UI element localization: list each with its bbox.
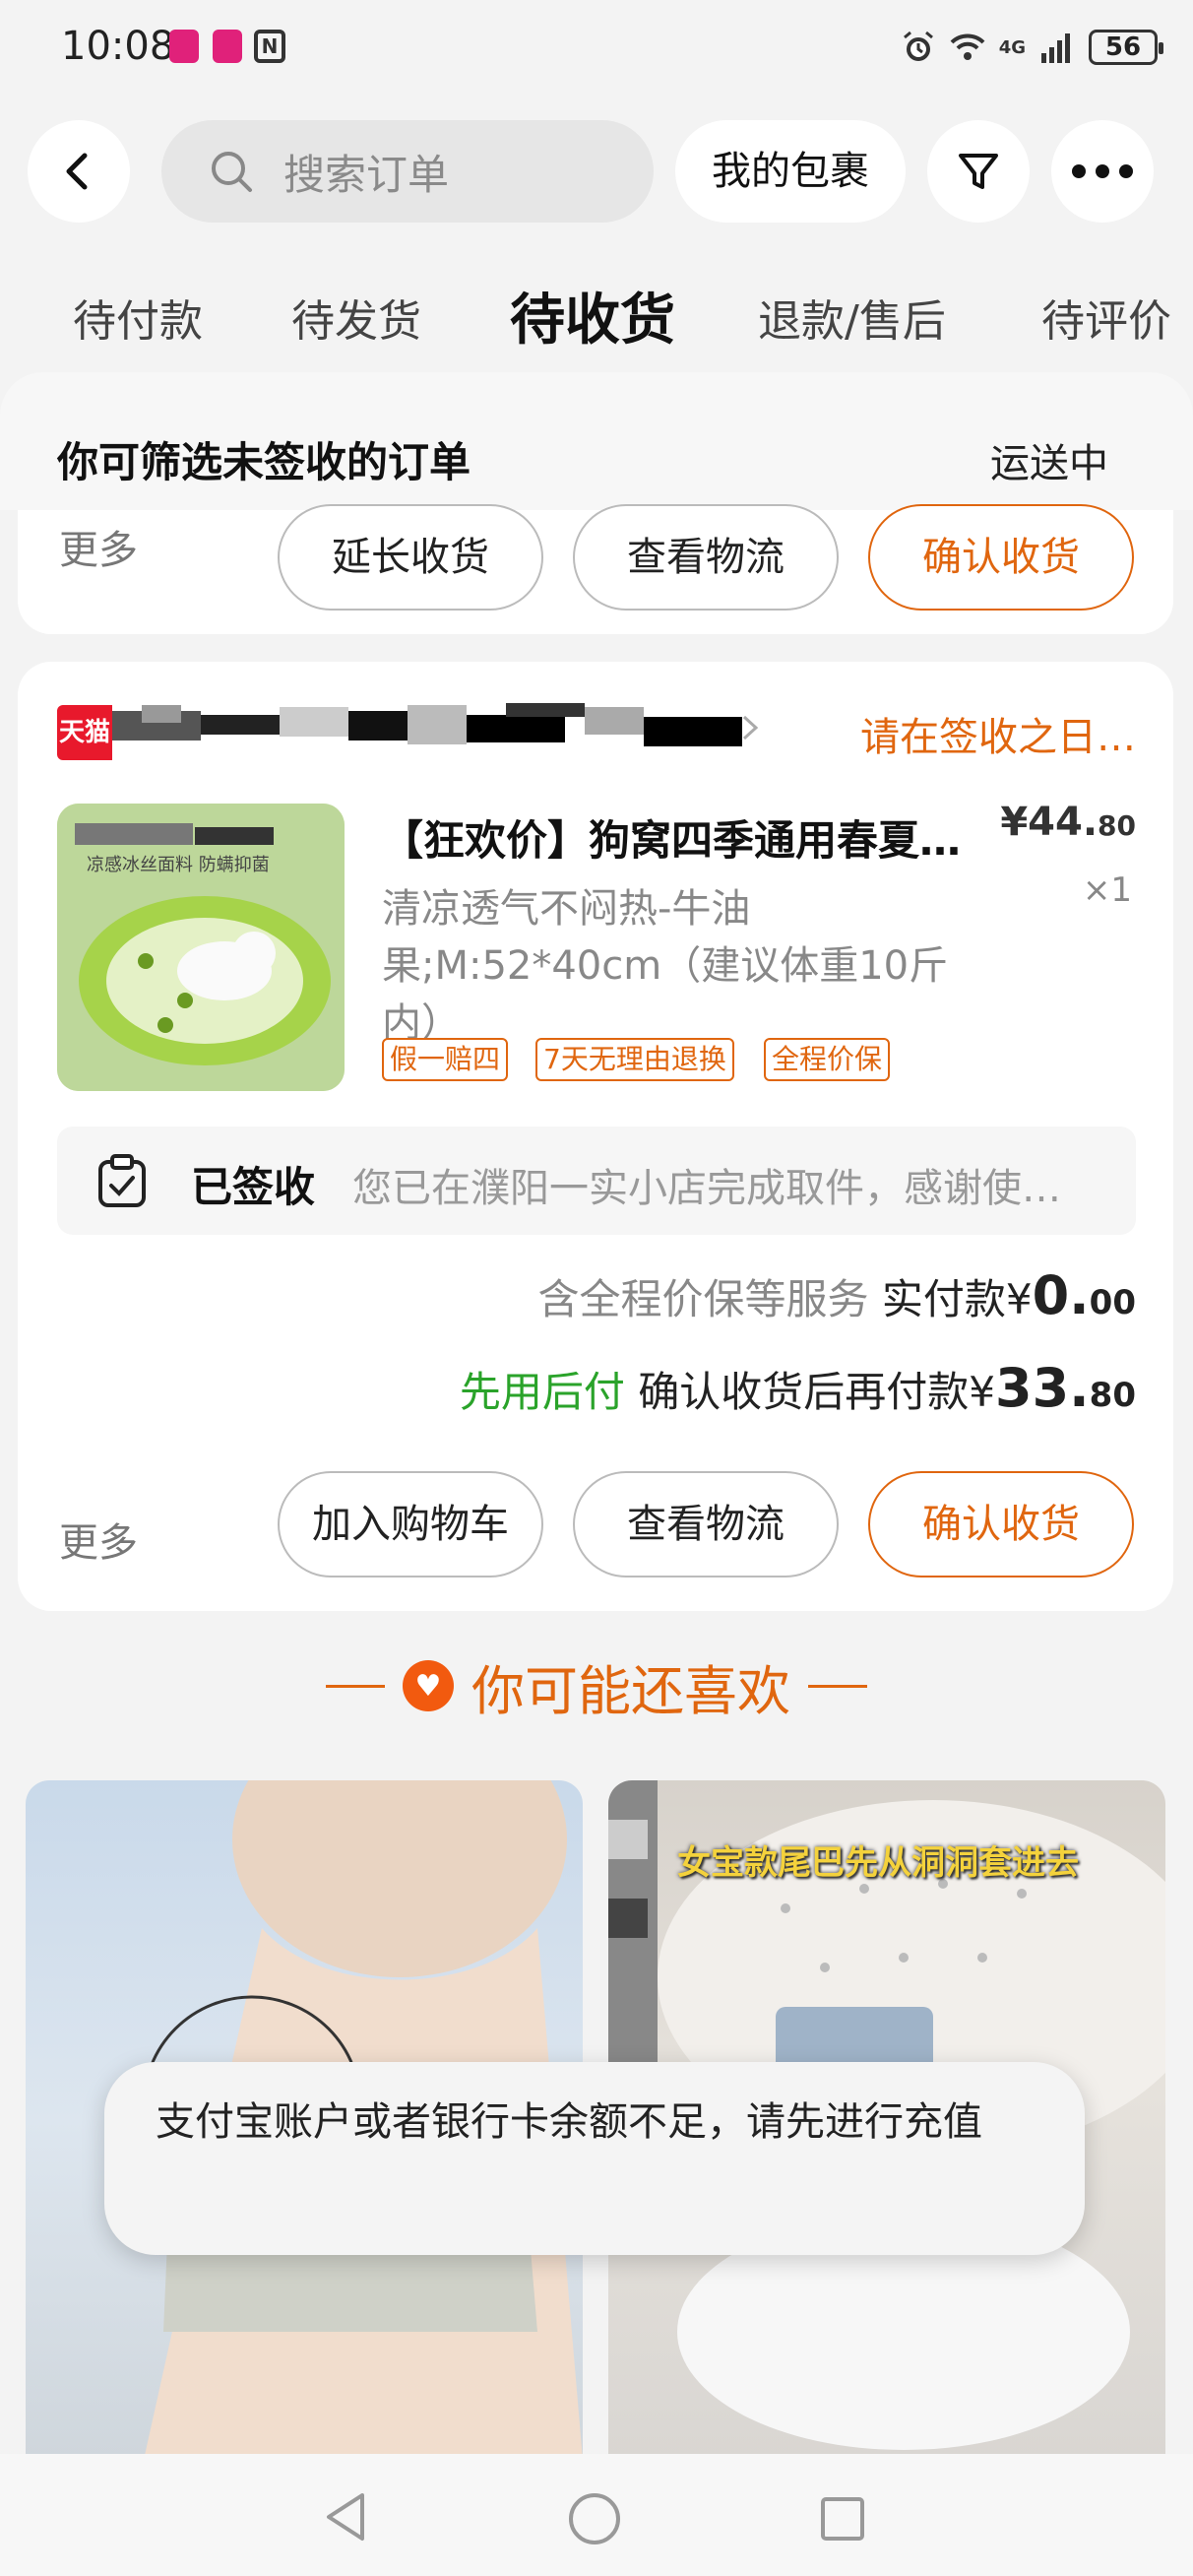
divider: [326, 1684, 385, 1688]
pay-later-row: 先用后付 确认收货后再付款¥33.80: [459, 1357, 1136, 1419]
filter-button[interactable]: [927, 120, 1030, 223]
recommend-item-caption: 女宝款尾巴先从洞洞套进去: [677, 1843, 1079, 1883]
view-logistics-button[interactable]: 查看物流: [573, 504, 839, 611]
service-note: 含全程价保等服务: [537, 1275, 869, 1323]
tab-pending-shipment[interactable]: 待发货: [291, 286, 421, 349]
tab-pending-receipt[interactable]: 待收货: [510, 276, 675, 355]
clipboard-check-icon: [98, 1154, 146, 1207]
back-arrow-icon: [66, 153, 88, 190]
recommend-header: ♥ 你可能还喜欢: [0, 1646, 1193, 1725]
confirm-receipt-button[interactable]: 确认收货: [868, 504, 1134, 611]
search-placeholder: 搜索订单: [283, 150, 450, 199]
search-input[interactable]: 搜索订单: [161, 120, 654, 223]
view-logistics-button[interactable]: 查看物流: [573, 1471, 839, 1578]
search-icon: [212, 152, 252, 192]
pay-later-amount: 33.: [995, 1357, 1090, 1419]
status-time: 10:08: [61, 24, 175, 69]
battery-indicator: 56: [1089, 30, 1163, 65]
more-options-button[interactable]: [1051, 120, 1154, 223]
filter-icon: [959, 154, 998, 189]
tab-refund-aftersales[interactable]: 退款/售后: [758, 286, 946, 349]
nfc-icon: N: [254, 30, 285, 63]
network-type: 4G: [998, 36, 1026, 58]
product-title[interactable]: 【狂欢价】狗窝四季通用春夏…: [382, 807, 1022, 868]
nav-home-icon[interactable]: [567, 2491, 622, 2546]
heart-icon: ♥: [403, 1660, 454, 1711]
service-tag: 假一赔四: [382, 1038, 509, 1081]
product-quantity: ×1: [1082, 870, 1132, 910]
paid-amount: 0.: [1032, 1264, 1090, 1326]
shipping-filter[interactable]: 运送中: [990, 431, 1108, 488]
chevron-right-icon: [742, 715, 759, 741]
service-tag: 全程价保: [764, 1038, 891, 1081]
product-image-caption: 凉感冰丝面料 防螨抑菌: [87, 855, 270, 875]
order-card: 天猫 请在签收之日… 凉感冰丝面料 防螨抑菌 【狂欢价】狗窝四季通用春夏… ¥4…: [18, 662, 1173, 1611]
logistics-status: 已签收: [191, 1163, 316, 1211]
nav-back-icon[interactable]: [323, 2491, 370, 2543]
product-price: ¥44.80: [1000, 800, 1136, 845]
pay-later-badge: 先用后付: [459, 1368, 625, 1416]
status-bar: 10:08 N 4G 56: [0, 0, 1193, 98]
toast-message: 支付宝账户或者银行卡余额不足，请先进行充值: [104, 2062, 1085, 2255]
tmall-badge: 天猫: [57, 705, 112, 760]
my-packages-button[interactable]: 我的包裹: [675, 120, 906, 223]
logistics-status-bar[interactable]: 已签收 您已在濮阳一实小店完成取件，感谢使…: [57, 1127, 1136, 1235]
paid-label: 实付款: [881, 1275, 1006, 1323]
more-link[interactable]: 更多: [59, 1511, 138, 1568]
more-dots-icon: [1072, 164, 1133, 178]
order-card: 更多 延长收货 查看物流 确认收货: [18, 504, 1173, 634]
product-image[interactable]: 凉感冰丝面料 防螨抑菌: [57, 804, 345, 1091]
wifi-icon: [950, 33, 985, 60]
back-button[interactable]: [28, 120, 130, 223]
juhuasuan-app-icon: [213, 30, 242, 63]
service-tag: 7天无理由退换: [535, 1038, 734, 1081]
alarm-icon: [903, 31, 933, 61]
divider: [808, 1684, 867, 1688]
product-spec: 清凉透气不闷热-牛油果;M:52*40cm（建议体重10斤内）: [382, 886, 949, 1046]
juhuasuan-app-icon: [169, 30, 199, 63]
extend-receipt-button[interactable]: 延长收货: [278, 504, 543, 611]
store-name-redacted[interactable]: [112, 701, 742, 748]
tab-pending-payment[interactable]: 待付款: [73, 286, 203, 349]
confirm-receipt-button[interactable]: 确认收货: [868, 1471, 1134, 1578]
paid-amount-row: 含全程价保等服务 实付款¥0.00: [537, 1264, 1136, 1326]
more-link[interactable]: 更多: [59, 518, 138, 575]
logistics-description: 您已在濮阳一实小店完成取件，感谢使…: [352, 1166, 1061, 1211]
sign-deadline-tip[interactable]: 请在签收之日…: [860, 705, 1136, 762]
system-nav-bar: [0, 2454, 1193, 2576]
add-to-cart-button[interactable]: 加入购物车: [278, 1471, 543, 1578]
signal-icon: [1041, 33, 1070, 63]
tab-pending-review[interactable]: 待评价: [1041, 286, 1171, 349]
nav-recents-icon[interactable]: [819, 2495, 866, 2543]
recommend-title: 你可能还喜欢: [471, 1659, 790, 1722]
filter-hint: 你可筛选未签收的订单: [57, 438, 471, 486]
pay-later-label: 确认收货后再付款: [638, 1368, 970, 1416]
